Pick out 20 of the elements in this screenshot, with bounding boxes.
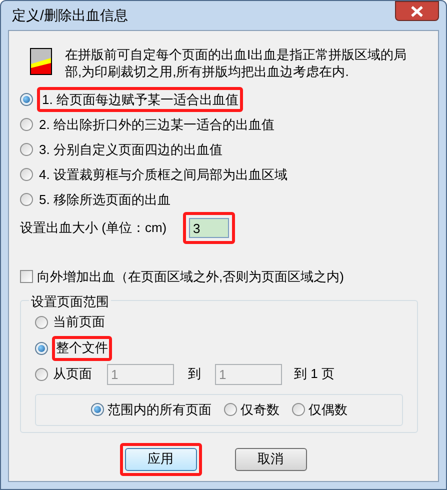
option-label: 5. 移除所选页面的出血 <box>39 190 170 209</box>
page-count-label: 到 1 页 <box>294 365 334 384</box>
option-label: 仅偶数 <box>308 400 348 419</box>
checkbox-label: 向外增加出血（在页面区域之外,否则为页面区域之内) <box>37 268 344 286</box>
description-text: 在拼版前可自定每个页面的出血I出血是指正常拼版区域的局部,为印刷裁切之用,所有拼版均把出血边考虑在内. <box>65 46 408 80</box>
option-label: 从页面 <box>53 365 92 384</box>
option-label: 仅奇数 <box>240 400 280 419</box>
window-title: 定义/删除出血信息 <box>11 6 128 25</box>
apply-button[interactable]: 应用 <box>124 448 196 470</box>
to-label: 到 <box>188 365 201 384</box>
option-label: 2. 给出除折口外的三边某一适合的出血值 <box>39 116 274 134</box>
option-label: 4. 设置裁剪框与介质框之间局部为出血区域 <box>39 166 288 184</box>
option-label: 3. 分别自定义页面四边的出血值 <box>39 140 222 159</box>
bleed-size-field[interactable]: 3 <box>189 218 229 238</box>
option-label: 范围内的所有页面 <box>108 400 212 419</box>
option-label: 1. 给页面每边赋予某一适合出血值 <box>42 90 238 109</box>
option-label: 当前页面 <box>53 313 105 332</box>
option-label: 整个文件 <box>56 339 108 358</box>
cancel-button[interactable]: 取消 <box>234 448 306 470</box>
bleed-size-label: 设置出血大小 (单位：cm) <box>20 219 168 238</box>
